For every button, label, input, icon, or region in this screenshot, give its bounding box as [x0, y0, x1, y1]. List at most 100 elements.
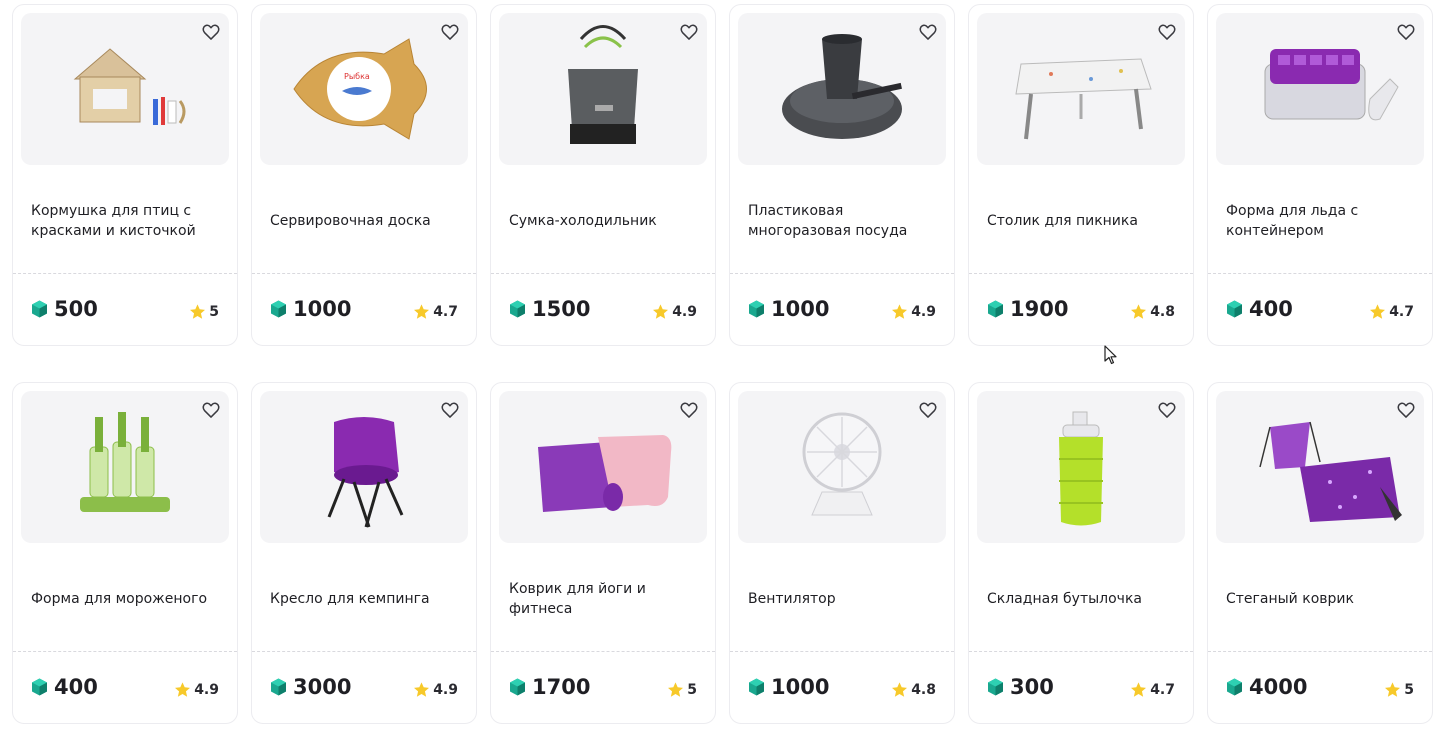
price-value: 1000: [771, 675, 830, 699]
price-value: 1000: [771, 297, 830, 321]
gem-currency-icon: [1227, 678, 1242, 696]
rating-value: 4.8: [911, 682, 936, 698]
rating-value: 4.9: [672, 304, 697, 320]
yoga-mat-icon: [538, 435, 672, 512]
heart-icon[interactable]: [1157, 400, 1177, 420]
product-rating: 4.9: [651, 303, 697, 321]
product-rating: 4.9: [890, 303, 936, 321]
star-icon: [653, 304, 669, 319]
product-rating: 4.8: [890, 681, 936, 699]
product-price: 3000: [270, 675, 351, 699]
product-grid: Кормушка для птиц с красками и кисточкой…: [12, 4, 1433, 724]
product-card[interactable]: Вентилятор 1000 4.8: [729, 382, 955, 724]
product-image[interactable]: [1216, 13, 1424, 165]
product-image[interactable]: [738, 391, 946, 543]
price-value: 500: [54, 297, 98, 321]
gem-currency-icon: [510, 678, 525, 696]
star-icon: [1370, 304, 1386, 319]
product-title[interactable]: Пластиковая многоразовая посуда: [748, 175, 940, 267]
product-card[interactable]: Столик для пикника 1900 4.8: [968, 4, 1194, 346]
product-title[interactable]: Кормушка для птиц с красками и кисточкой: [31, 175, 223, 267]
product-card[interactable]: Складная бутылочка 300 4.7: [968, 382, 1194, 724]
product-image[interactable]: [1216, 391, 1424, 543]
heart-icon[interactable]: [201, 22, 221, 42]
star-icon: [1131, 682, 1147, 697]
product-image[interactable]: [499, 13, 707, 165]
product-image[interactable]: [260, 391, 468, 543]
product-image[interactable]: [738, 13, 946, 165]
gem-currency-icon: [271, 300, 286, 318]
product-title[interactable]: Кресло для кемпинга: [270, 553, 462, 645]
heart-icon[interactable]: [1396, 400, 1416, 420]
product-title[interactable]: Форма для мороженого: [31, 553, 223, 645]
product-rating: 4.8: [1129, 303, 1175, 321]
product-card[interactable]: Коврик для йоги и фитнеса 1700 5: [490, 382, 716, 724]
rating-value: 5: [1404, 682, 1414, 698]
product-title[interactable]: Столик для пикника: [987, 175, 1179, 267]
card-divider: [252, 651, 476, 652]
star-icon: [1131, 304, 1147, 319]
rating-value: 5: [209, 304, 219, 320]
product-title[interactable]: Складная бутылочка: [987, 553, 1179, 645]
product-card[interactable]: Форма для льда с контейнером 400 4.7: [1207, 4, 1433, 346]
product-price: 300: [987, 675, 1054, 699]
rating-value: 4.7: [1389, 304, 1414, 320]
rating-value: 5: [687, 682, 697, 698]
svg-text:Рыбка: Рыбка: [344, 72, 370, 81]
product-price: 400: [31, 675, 98, 699]
price-value: 1900: [1010, 297, 1069, 321]
rating-value: 4.7: [1150, 682, 1175, 698]
product-image[interactable]: [21, 13, 229, 165]
dishware-icon: [782, 34, 902, 139]
heart-icon[interactable]: [918, 22, 938, 42]
card-divider: [491, 651, 715, 652]
product-card[interactable]: Стеганый коврик 4000 5: [1207, 382, 1433, 724]
product-card[interactable]: Форма для мороженого 400 4.9: [12, 382, 238, 724]
product-title[interactable]: Форма для льда с контейнером: [1226, 175, 1418, 267]
product-card[interactable]: Кресло для кемпинга 3000 4.9: [251, 382, 477, 724]
star-icon: [668, 682, 684, 697]
product-rating: 4.7: [1129, 681, 1175, 699]
product-image[interactable]: [499, 391, 707, 543]
product-image[interactable]: [977, 13, 1185, 165]
heart-icon[interactable]: [679, 400, 699, 420]
rating-value: 4.9: [433, 682, 458, 698]
product-title[interactable]: Сервировочная доска: [270, 175, 462, 267]
product-title[interactable]: Сумка-холодильник: [509, 175, 701, 267]
card-divider: [969, 273, 1193, 274]
bottle-icon: [1059, 411, 1103, 526]
product-title[interactable]: Стеганый коврик: [1226, 553, 1418, 645]
price-value: 4000: [1249, 675, 1308, 699]
card-divider: [491, 273, 715, 274]
product-card[interactable]: Пластиковая многоразовая посуда 1000 4.9: [729, 4, 955, 346]
product-image[interactable]: Рыбка: [260, 13, 468, 165]
product-price: 1500: [509, 297, 590, 321]
gem-currency-icon: [32, 678, 47, 696]
heart-icon[interactable]: [679, 22, 699, 42]
star-icon: [414, 304, 430, 319]
star-icon: [892, 682, 908, 697]
card-divider: [252, 273, 476, 274]
price-value: 1500: [532, 297, 591, 321]
star-icon: [892, 304, 908, 319]
product-image[interactable]: [977, 391, 1185, 543]
fan-icon: [802, 412, 882, 516]
gem-currency-icon: [988, 678, 1003, 696]
price-value: 400: [1249, 297, 1293, 321]
heart-icon[interactable]: [1157, 22, 1177, 42]
heart-icon[interactable]: [440, 400, 460, 420]
product-image[interactable]: [21, 391, 229, 543]
product-card[interactable]: Рыбка Сервировочная доска 1000 4.7: [251, 4, 477, 346]
product-title[interactable]: Вентилятор: [748, 553, 940, 645]
rating-value: 4.9: [194, 682, 219, 698]
product-card[interactable]: Кормушка для птиц с красками и кисточкой…: [12, 4, 238, 346]
star-icon: [414, 682, 430, 697]
heart-icon[interactable]: [1396, 22, 1416, 42]
product-price: 400: [1226, 297, 1293, 321]
heart-icon[interactable]: [201, 400, 221, 420]
card-divider: [969, 651, 1193, 652]
product-title[interactable]: Коврик для йоги и фитнеса: [509, 553, 701, 645]
product-card[interactable]: Сумка-холодильник 1500 4.9: [490, 4, 716, 346]
heart-icon[interactable]: [440, 22, 460, 42]
heart-icon[interactable]: [918, 400, 938, 420]
